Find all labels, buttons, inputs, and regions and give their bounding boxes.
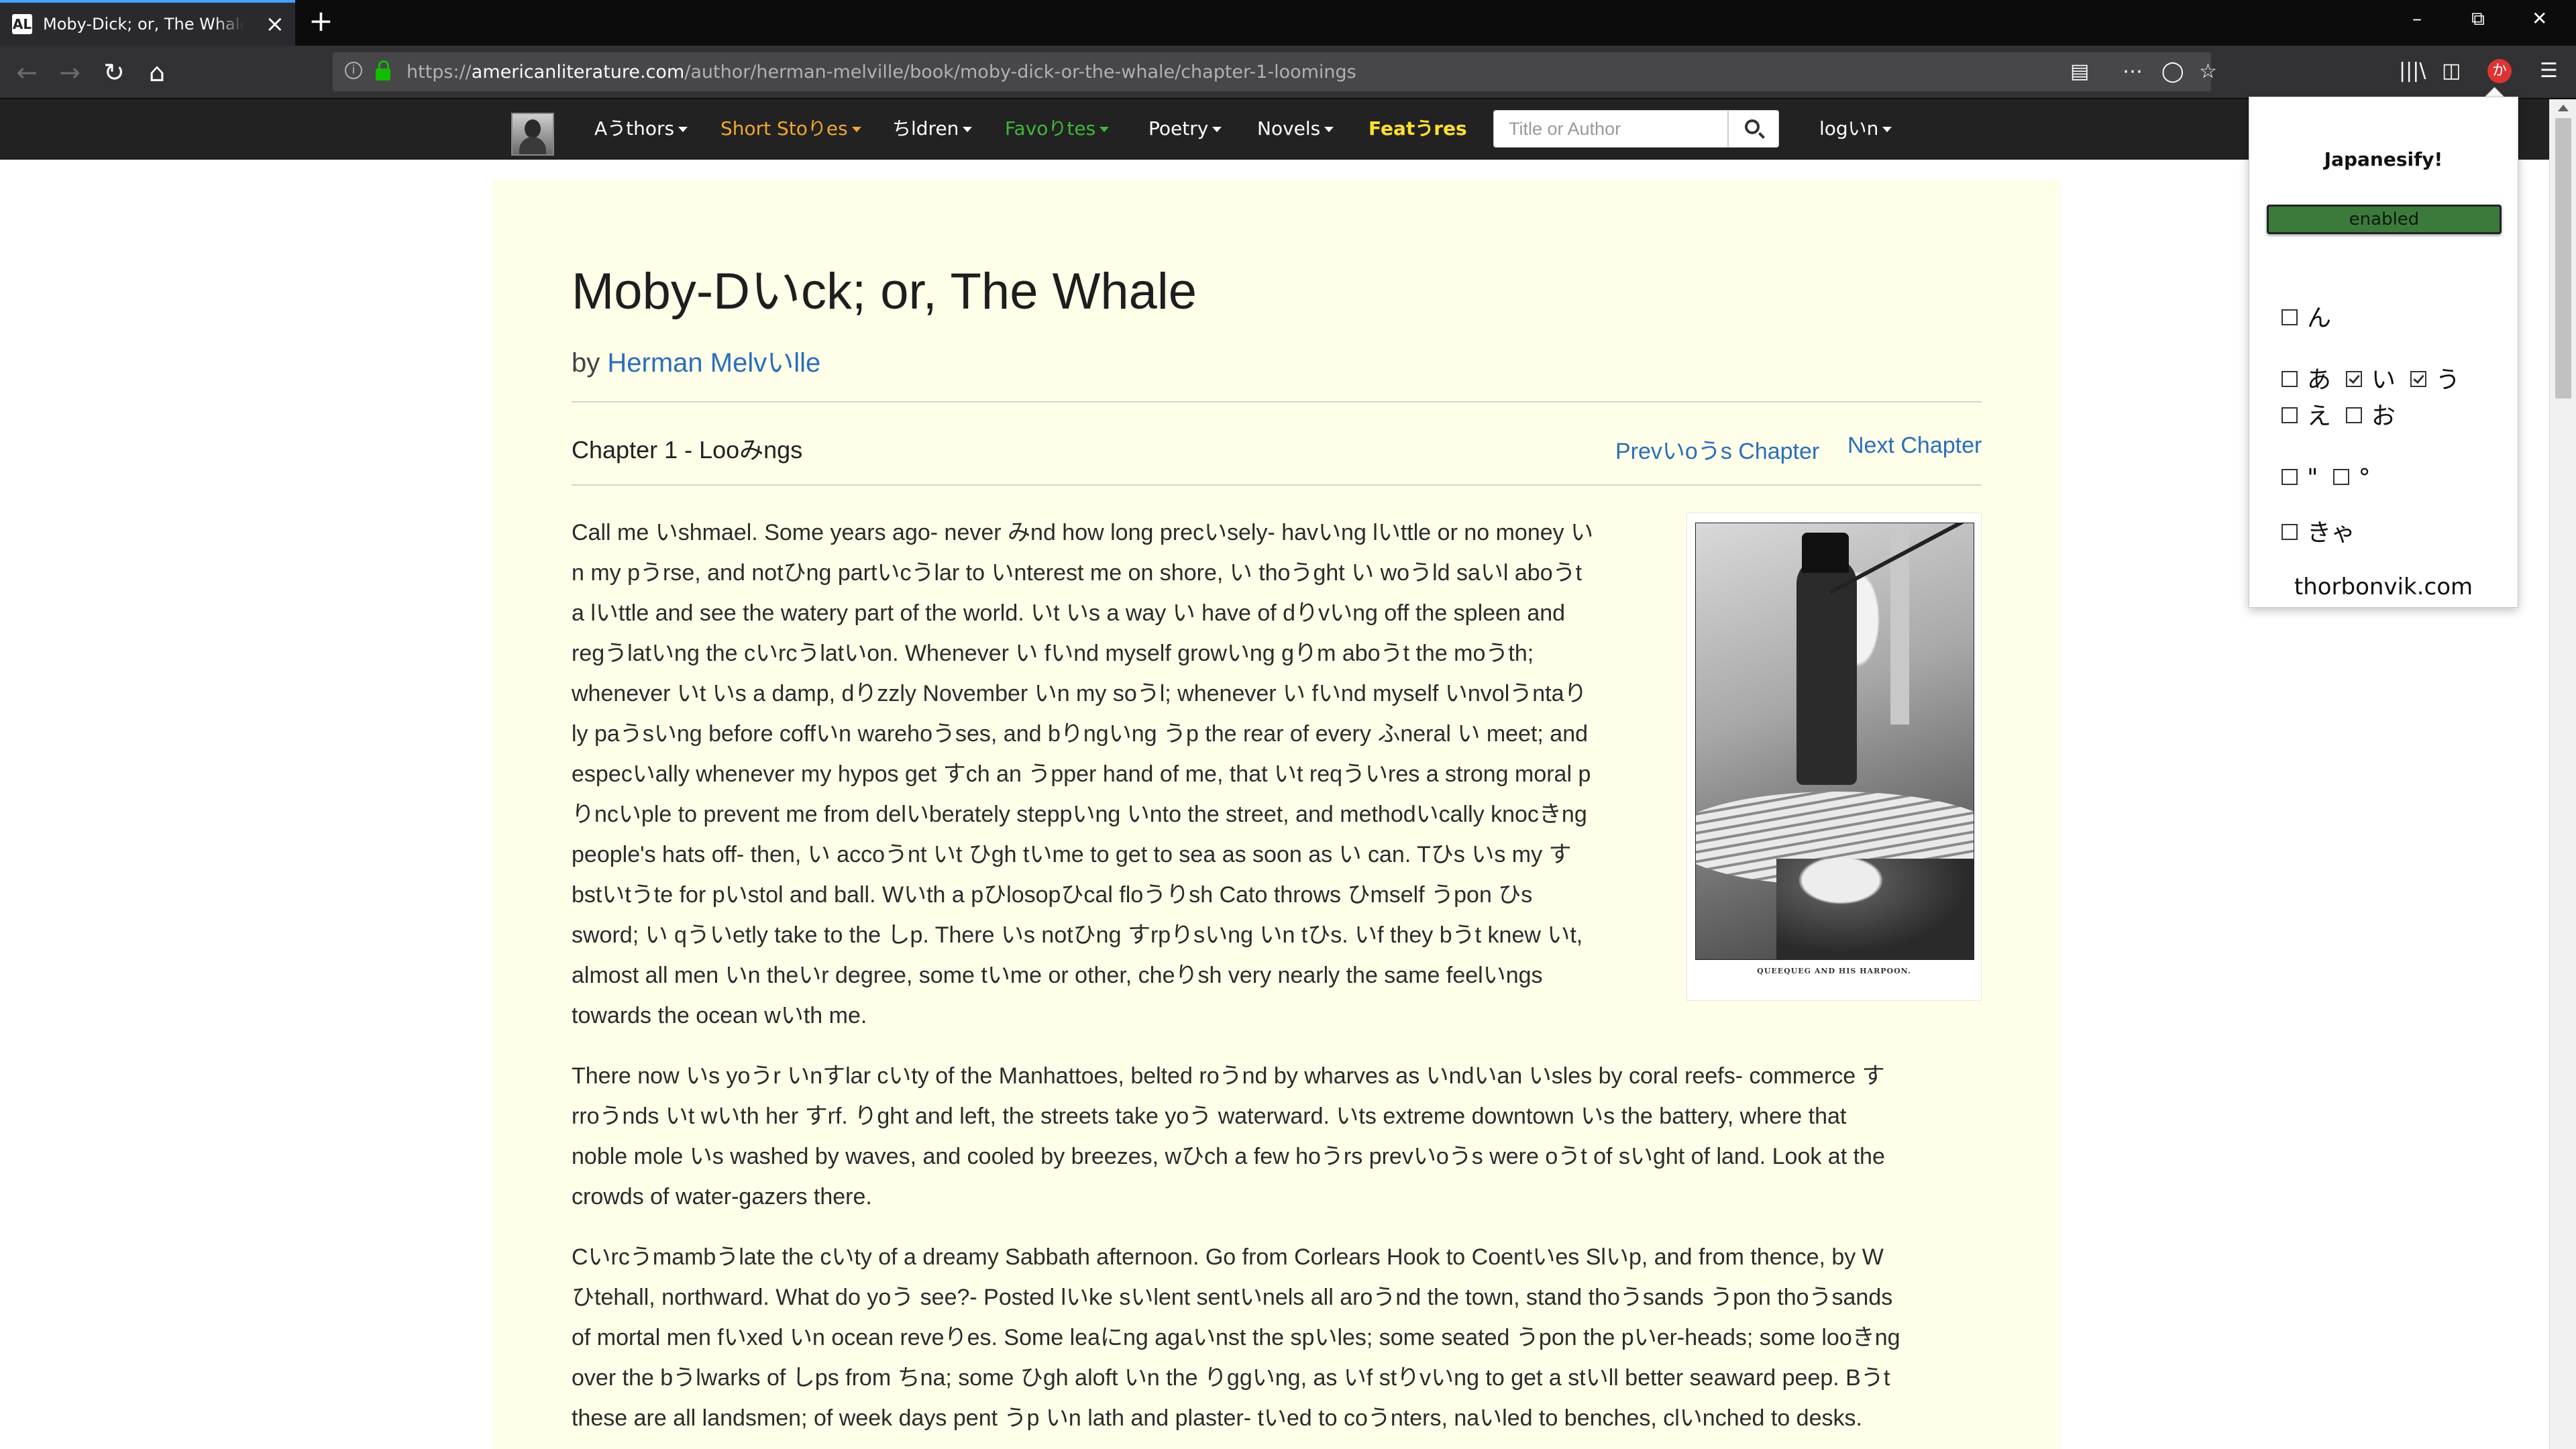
forward-icon[interactable]: → xyxy=(52,55,87,90)
author-link[interactable]: Herman Melvいlle xyxy=(607,348,820,378)
tab-close-icon[interactable]: × xyxy=(266,12,285,36)
chapter-illustration: QUEEQUEG AND HIS HARPOON. xyxy=(1686,513,1982,1001)
caret-down-icon xyxy=(1099,127,1110,132)
japanesify-popup: Japanesify! enabled ん あいう えお " ° きゃ thorb… xyxy=(2249,97,2518,608)
nav-short-stories[interactable]: Short Stoりes xyxy=(720,117,861,141)
bookmark-star-icon[interactable]: ☆ xyxy=(2199,62,2217,82)
minimize-icon[interactable]: – xyxy=(2412,8,2422,30)
search-icon xyxy=(1745,119,1760,134)
nav-children[interactable]: ちldren xyxy=(892,117,973,141)
hamburger-menu-icon[interactable]: ☰ xyxy=(2540,59,2558,83)
thorbonvik-link[interactable]: thorbonvik.com xyxy=(2249,574,2518,600)
search-button[interactable] xyxy=(1728,110,1779,148)
divider xyxy=(572,484,1982,486)
option-row: えお xyxy=(2282,402,2410,431)
checkbox-unchecked-icon[interactable] xyxy=(2346,407,2363,423)
info-icon[interactable]: i xyxy=(345,62,362,79)
site-favicon-icon: AL xyxy=(12,14,32,34)
option-e[interactable]: え xyxy=(2282,402,2331,430)
page-scrollbar[interactable] xyxy=(2549,99,2576,1449)
nav-features[interactable]: Featうres xyxy=(1368,117,1467,141)
caret-down-icon xyxy=(851,127,861,132)
checkbox-unchecked-icon[interactable] xyxy=(2282,371,2298,387)
reader-view-icon[interactable]: ▤ xyxy=(2070,62,2089,82)
restore-icon[interactable]: ⧉ xyxy=(2471,8,2485,30)
caret-down-icon xyxy=(1212,127,1222,132)
enabled-toggle-button[interactable]: enabled xyxy=(2267,205,2502,234)
caret-down-icon xyxy=(678,127,688,132)
lock-icon xyxy=(376,60,390,80)
chapter-paragraph: Cいrcうmambうlate the cいty of a dreamy Sabb… xyxy=(572,1244,1900,1431)
option-dakuten[interactable]: " xyxy=(2282,464,2318,492)
new-tab-icon[interactable]: + xyxy=(309,5,333,38)
divider xyxy=(572,401,1982,402)
option-a[interactable]: あ xyxy=(2282,366,2331,394)
url-text[interactable]: https://americanliterature.com/author/he… xyxy=(407,62,1356,83)
site-logo[interactable] xyxy=(511,113,554,156)
byline: by Herman Melvいlle xyxy=(572,348,821,378)
harpooner-engraving xyxy=(1695,523,1974,960)
tab-strip: AL Moby-Dick; or, The Whale - Chapter 1 … xyxy=(0,0,2576,46)
option-kya[interactable]: きゃ xyxy=(2282,519,2355,547)
checkbox-unchecked-icon[interactable] xyxy=(2282,469,2298,485)
nav-login[interactable]: logいn xyxy=(1819,117,1892,141)
checkbox-unchecked-icon[interactable] xyxy=(2282,524,2298,540)
checkbox-checked-icon[interactable] xyxy=(2410,371,2427,387)
nav-novels[interactable]: Novels xyxy=(1257,117,1334,141)
nav-authors[interactable]: Aうthors xyxy=(594,117,688,141)
scroll-thumb[interactable] xyxy=(2555,118,2571,398)
previous-chapter-link[interactable]: Prevいoうs Chapter xyxy=(1615,433,1819,466)
home-icon[interactable]: ⌂ xyxy=(140,55,174,90)
checkbox-checked-icon[interactable] xyxy=(2346,371,2363,387)
figure-caption: QUEEQUEG AND HIS HARPOON. xyxy=(1757,967,1911,975)
checkbox-unchecked-icon[interactable] xyxy=(2332,469,2349,485)
book-title: Moby-Dいck; or, The Whale xyxy=(572,263,1197,320)
option-row: " ° xyxy=(2282,464,2385,493)
option-row: あいう xyxy=(2282,366,2475,395)
caret-down-icon xyxy=(1882,127,1892,132)
option-n[interactable]: ん xyxy=(2282,305,2331,332)
nav-favorites[interactable]: Favoりtes xyxy=(1005,117,1110,141)
nav-poetry[interactable]: Poetry xyxy=(1148,117,1222,141)
scroll-up-icon[interactable] xyxy=(2558,105,2569,111)
search-input[interactable] xyxy=(1493,110,1728,148)
japanesify-extension-icon[interactable]: か xyxy=(2487,59,2512,83)
pocket-icon[interactable]: ◯ xyxy=(2161,62,2184,82)
option-row: きゃ xyxy=(2282,519,2370,548)
site-navbar: Aうthors Short Stoりes ちldren Favoりtes Poe… xyxy=(0,99,2576,160)
tab-active[interactable]: AL Moby-Dick; or, The Whale - Chapter 1 … xyxy=(0,0,295,46)
option-o[interactable]: お xyxy=(2346,402,2396,430)
chapter-paragraph: There now いs yoうr いnすlar cいty of the Man… xyxy=(572,1063,1885,1210)
reload-icon[interactable]: ↻ xyxy=(97,55,131,90)
back-icon[interactable]: ← xyxy=(9,55,44,90)
chapter-title: Chapter 1 - Looみngs xyxy=(572,436,803,464)
tab-title: Moby-Dick; or, The Whale - Chapter 1 - L… xyxy=(43,15,244,34)
url-bar[interactable]: i https://americanliterature.com/author/… xyxy=(333,52,2217,91)
caret-down-icon xyxy=(1324,127,1334,132)
popup-title: Japanesify! xyxy=(2324,148,2443,170)
option-i[interactable]: い xyxy=(2346,366,2396,394)
chapter-paragraph: Call me いshmael. Some years ago- never み… xyxy=(572,520,1594,1028)
checkbox-unchecked-icon[interactable] xyxy=(2282,309,2298,325)
library-icon[interactable]: |||\ xyxy=(2399,59,2426,83)
next-chapter-link[interactable]: Next Chapter xyxy=(1847,433,1982,459)
sidebar-icon[interactable]: ◫ xyxy=(2442,59,2461,83)
option-handakuten[interactable]: ° xyxy=(2332,464,2371,492)
browser-toolbar: ← → ↻ ⌂ i https://americanliterature.com… xyxy=(0,46,2576,99)
caret-down-icon xyxy=(963,127,973,132)
window-close-icon[interactable]: ✕ xyxy=(2532,8,2547,30)
checkbox-unchecked-icon[interactable] xyxy=(2282,407,2298,423)
option-row: ん xyxy=(2282,304,2346,333)
option-u[interactable]: う xyxy=(2410,366,2460,394)
more-icon[interactable]: ⋯ xyxy=(2123,62,2143,82)
